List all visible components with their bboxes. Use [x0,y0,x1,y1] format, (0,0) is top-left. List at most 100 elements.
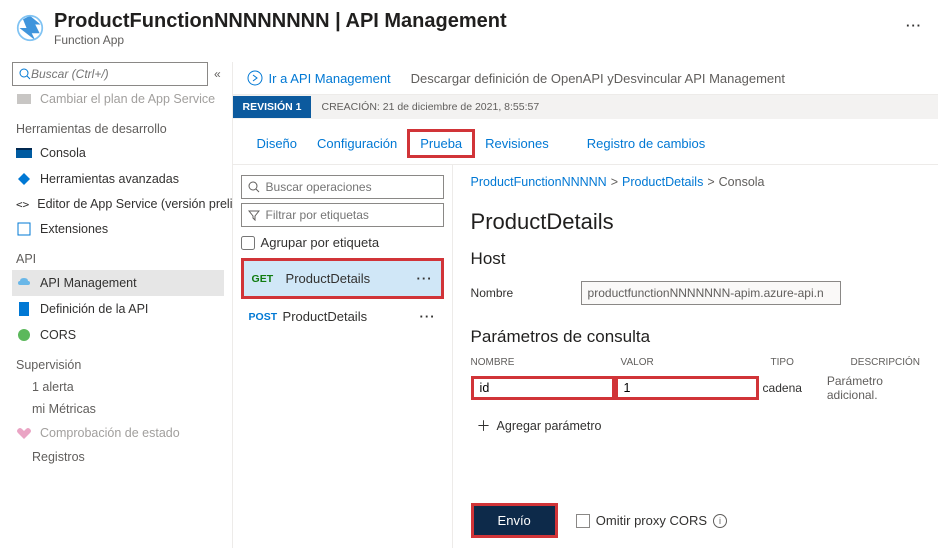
globe-icon [16,327,32,343]
checkbox-icon[interactable] [576,514,590,528]
sidebar-item-health[interactable]: Comprobación de estado [12,420,224,446]
sidebar-item-label: Herramientas avanzadas [40,172,179,186]
sidebar-item-api-management[interactable]: API Management [12,270,224,296]
detail-panel: ProductFunctionNNNNN>ProductDetails>Cons… [453,165,938,548]
search-icon [248,181,260,193]
sidebar-item-logs[interactable]: Registros [12,446,224,468]
param-row: cadena Parámetro adicional. [471,374,920,402]
sidebar-item-advanced-tools[interactable]: Herramientas avanzadas [12,166,224,192]
tab-config[interactable]: Configuración [307,132,407,155]
page-title: ProductFunctionNNNNNNNN | API Management [54,10,894,33]
extension-icon [16,221,32,237]
param-name-input[interactable] [471,376,615,400]
op-more-icon[interactable]: ··· [420,309,436,324]
ops-filter[interactable] [241,203,444,227]
sidebar-item-label: API Management [40,276,137,290]
cors-bypass[interactable]: Omitir proxy CORS i [576,513,727,528]
send-button[interactable]: Envío [471,503,558,538]
sidebar-item-cors[interactable]: CORS [12,322,224,348]
sidebar-item-label: CORS [40,328,76,342]
content: Ir a API Management Descargar definición… [232,62,938,548]
goto-apim-link[interactable]: Ir a API Management [247,70,391,86]
op-name: ProductDetails [286,271,417,286]
info-icon[interactable]: i [713,514,727,528]
ops-search[interactable] [241,175,444,199]
breadcrumb: ProductFunctionNNNNN>ProductDetails>Cons… [471,175,920,189]
tab-design[interactable]: Diseño [247,132,307,155]
filter-icon [248,209,260,221]
group-by-tag[interactable]: Agrupar por etiqueta [241,235,444,250]
param-type: cadena [759,381,827,395]
heart-icon [16,425,32,441]
sidebar-heading-api: API [12,242,224,270]
col-type: TIPO [771,357,851,368]
crumb-op[interactable]: ProductDetails [622,175,703,189]
revision-bar: REVISIÓN 1 CREACIÓN: 21 de diciembre de … [233,95,938,119]
sidebar-item-label: Consola [40,146,86,160]
cors-label: Omitir proxy CORS [596,513,707,528]
console-icon [16,145,32,161]
page-header: ProductFunctionNNNNNNNN | API Management… [0,0,938,62]
group-checkbox[interactable] [241,236,255,250]
params-header: NOMBRE VALOR TIPO DESCRIPCIÓN [471,357,920,368]
plan-icon [16,91,32,107]
method-badge: GET [252,273,286,285]
tab-revisions[interactable]: Revisiones [475,132,559,155]
collapse-sidebar[interactable]: « [214,67,221,81]
host-name-label: Nombre [471,286,531,300]
detail-title: ProductDetails [471,209,920,235]
method-badge: POST [249,311,283,323]
op-row-get[interactable]: GET ProductDetails ··· [241,258,444,299]
sidebar-heading-dev: Herramientas de desarrollo [12,112,224,140]
sidebar-item-api-definition[interactable]: Definición de la API [12,296,224,322]
sidebar-item-label: Extensiones [40,222,108,236]
footer-bar: Envío Omitir proxy CORS i [471,503,938,538]
tab-changelog[interactable]: Registro de cambios [577,132,716,155]
col-desc: DESCRIPCIÓN [851,357,920,368]
crumb-api[interactable]: ProductFunctionNNNNN [471,175,607,189]
add-param-label: Agregar parámetro [497,419,602,433]
function-app-icon [16,14,44,42]
sidebar-item-label: Cambiar el plan de App Service [40,92,215,106]
ops-search-input[interactable] [266,180,437,194]
query-params-section: Parámetros de consulta [471,327,920,347]
host-section: Host [471,249,920,269]
revision-meta: CREACIÓN: 21 de diciembre de 2021, 8:55:… [311,101,549,113]
resource-type: Function App [54,33,894,47]
cmd-download[interactable]: Descargar definición de OpenAPI yDesvinc… [411,71,785,86]
sidebar-search-input[interactable] [31,67,201,81]
code-icon: <> [16,198,29,211]
op-row-post[interactable]: POST ProductDetails ··· [241,299,444,334]
sidebar: « Cambiar el plan de App Service Herrami… [0,62,232,548]
sidebar-item-console[interactable]: Consola [12,140,224,166]
sidebar-item-label: Definición de la API [40,302,148,316]
param-value-input[interactable] [615,376,759,400]
sidebar-item-extensions[interactable]: Extensiones [12,216,224,242]
cloud-icon [16,275,32,291]
operations-panel: Agrupar por etiqueta GET ProductDetails … [233,165,453,548]
col-value: VALOR [621,357,771,368]
command-bar: Ir a API Management Descargar definición… [233,62,938,95]
revision-tab[interactable]: REVISIÓN 1 [233,96,312,118]
tabs: Diseño Configuración Prueba Revisiones R… [233,119,938,158]
sidebar-item-label: Editor de App Service (versión prelimina… [37,197,231,211]
add-param-button[interactable]: ＋ Agregar parámetro [471,416,920,436]
cmd-label: Ir a API Management [269,71,391,86]
sidebar-item-label: Comprobación de estado [40,426,180,440]
tab-test[interactable]: Prueba [407,129,475,158]
sidebar-item-change-plan[interactable]: Cambiar el plan de App Service [12,86,224,112]
op-more-icon[interactable]: ··· [417,271,433,286]
sidebar-search[interactable] [12,62,208,86]
sidebar-item-editor[interactable]: <> Editor de App Service (versión prelim… [12,192,224,216]
arrow-right-icon [247,70,263,86]
header-more[interactable]: ··· [906,18,922,33]
sidebar-item-alerts[interactable]: 1 alerta [12,376,224,398]
sidebar-item-metrics[interactable]: mi Métricas [12,398,224,420]
plus-icon: ＋ [477,416,491,436]
ops-filter-input[interactable] [266,208,437,222]
search-icon [19,68,31,80]
col-name: NOMBRE [471,357,621,368]
host-name-input[interactable] [581,281,841,305]
doc-icon [16,301,32,317]
tools-icon [16,171,32,187]
